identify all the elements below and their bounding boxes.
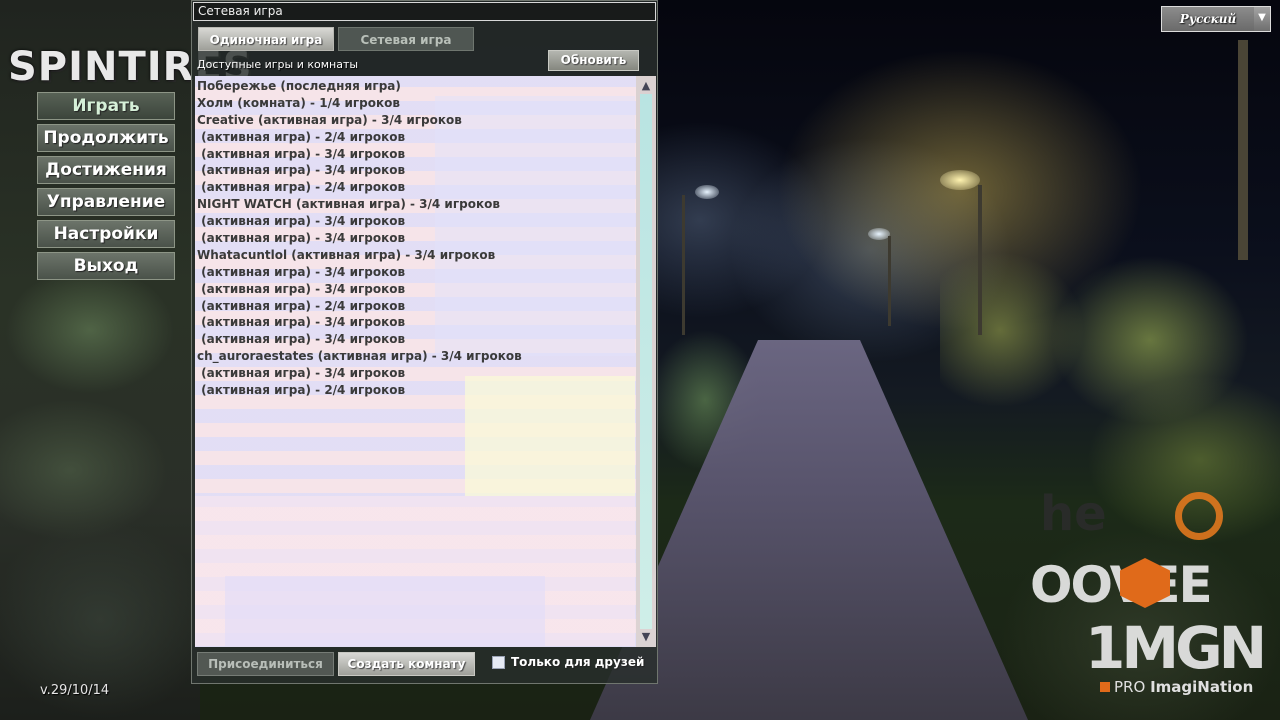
list-background-texture	[225, 576, 545, 646]
list-item[interactable]: Побережье (последняя игра)	[197, 78, 522, 95]
friends-only-checkbox[interactable]	[492, 656, 505, 669]
list-item[interactable]: (активная игра) - 3/4 игроков	[197, 146, 522, 163]
list-item[interactable]: Холм (комната) - 1/4 игроков	[197, 95, 522, 112]
list-item[interactable]: (активная игра) - 3/4 игроков	[197, 230, 522, 247]
mgn-watermark: 1MGN	[1085, 614, 1267, 682]
games-list-scrollbar[interactable]: ▲ ▼	[636, 76, 656, 647]
streetlight-glow	[940, 170, 980, 190]
games-list-header: Доступные игры и комнаты	[197, 58, 359, 71]
games-list[interactable]: Побережье (последняя игра) Холм (комната…	[195, 76, 636, 647]
scrollbar-track[interactable]	[640, 94, 652, 629]
list-item[interactable]: ch_auroraestates (активная игра) - 3/4 и…	[197, 348, 522, 365]
list-item[interactable]: (активная игра) - 3/4 игроков	[197, 281, 522, 298]
list-item[interactable]: (активная игра) - 2/4 игроков	[197, 382, 522, 399]
menu-exit-button[interactable]: Выход	[37, 252, 175, 280]
version-label: v.29/10/14	[40, 683, 110, 698]
streetlight-pole	[978, 185, 982, 335]
channel-watermark-ring	[1175, 492, 1223, 540]
tab-network-game[interactable]: Сетевая игра	[338, 27, 474, 51]
games-rows: Побережье (последняя игра) Холм (комната…	[197, 78, 522, 399]
list-item[interactable]: (активная игра) - 3/4 игроков	[197, 365, 522, 382]
list-item[interactable]: (активная игра) - 3/4 игроков	[197, 331, 522, 348]
list-item[interactable]: Creative (активная игра) - 3/4 игроков	[197, 112, 522, 129]
menu-controls-button[interactable]: Управление	[37, 188, 175, 216]
dialog-title: Сетевая игра	[193, 2, 656, 21]
streetlight-glow	[695, 185, 719, 199]
list-item[interactable]: (активная игра) - 2/4 игроков	[197, 179, 522, 196]
channel-watermark-logo: he	[1040, 486, 1107, 542]
pole	[1238, 40, 1248, 260]
streetlight-glow	[868, 228, 890, 240]
streetlight-pole	[682, 195, 685, 335]
orange-square-icon	[1100, 682, 1110, 692]
main-menu: Играть Продолжить Достижения Управление …	[37, 92, 175, 284]
pro-prefix: PRO	[1114, 678, 1146, 696]
refresh-button[interactable]: Обновить	[548, 50, 639, 71]
menu-continue-button[interactable]: Продолжить	[37, 124, 175, 152]
list-item[interactable]: (активная игра) - 2/4 игроков	[197, 129, 522, 146]
join-button[interactable]: Присоединиться	[197, 652, 334, 676]
create-room-button[interactable]: Создать комнату	[338, 652, 475, 676]
menu-achievements-button[interactable]: Достижения	[37, 156, 175, 184]
list-item[interactable]: NIGHT WATCH (активная игра) - 3/4 игроко…	[197, 196, 522, 213]
language-select-value: Русский	[1162, 7, 1254, 31]
menu-play-button[interactable]: Играть	[37, 92, 175, 120]
list-item[interactable]: (активная игра) - 2/4 игроков	[197, 298, 522, 315]
streetlight-pole	[888, 236, 891, 326]
list-item[interactable]: (активная игра) - 3/4 игроков	[197, 213, 522, 230]
scroll-up-icon[interactable]: ▲	[636, 78, 656, 94]
network-game-dialog: Сетевая игра Одиночная игра Сетевая игра…	[191, 0, 658, 684]
scroll-down-icon[interactable]: ▼	[636, 629, 656, 645]
list-item[interactable]: (активная игра) - 3/4 игроков	[197, 264, 522, 281]
chevron-down-icon[interactable]: ▼	[1254, 7, 1270, 31]
language-select[interactable]: Русский ▼	[1161, 6, 1271, 32]
list-item[interactable]: (активная игра) - 3/4 игроков	[197, 162, 522, 179]
list-item[interactable]: (активная игра) - 3/4 игроков	[197, 314, 522, 331]
menu-settings-button[interactable]: Настройки	[37, 220, 175, 248]
pro-name: ImagiNation	[1150, 678, 1254, 696]
pro-imagination-watermark: PRO ImagiNation	[1100, 678, 1253, 696]
list-item[interactable]: Whatacuntlol (активная игра) - 3/4 игрок…	[197, 247, 522, 264]
friends-only-label: Только для друзей	[511, 655, 645, 669]
tab-single-player[interactable]: Одиночная игра	[198, 27, 334, 51]
